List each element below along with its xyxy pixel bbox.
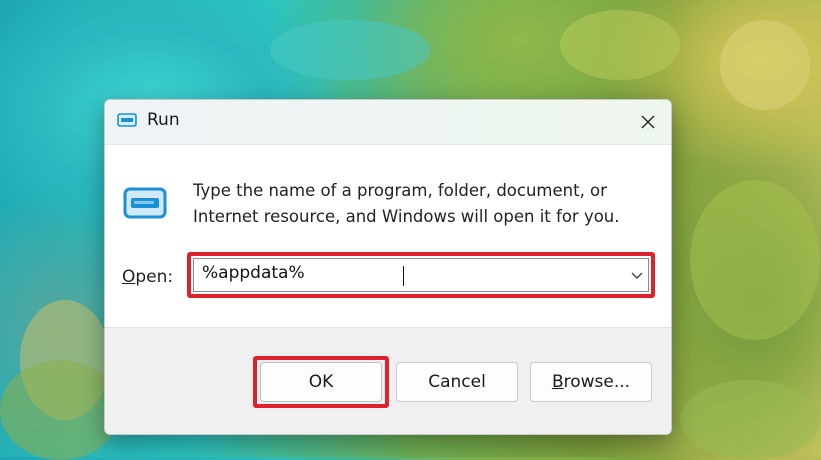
description-text: Type the name of a program, folder, docu… [193, 178, 653, 230]
description-line-2: Internet resource, and Windows will open… [193, 207, 620, 226]
cancel-button[interactable]: Cancel [396, 362, 518, 402]
chevron-down-icon[interactable] [630, 267, 644, 283]
run-app-icon [123, 187, 167, 219]
ok-button[interactable]: OK [260, 362, 382, 402]
browse-rest: rowse... [563, 372, 631, 392]
window-title: Run [147, 110, 180, 130]
browse-button[interactable]: Browse... [530, 362, 652, 402]
browse-accel: B [551, 372, 564, 392]
run-dialog: Run Type the name of a program, folder, … [104, 99, 672, 435]
close-button[interactable] [625, 100, 671, 144]
open-label: Open: [122, 267, 173, 287]
open-label-rest: pen: [135, 267, 174, 287]
open-label-accel: O [122, 267, 136, 287]
text-caret [403, 266, 404, 286]
run-app-icon [117, 113, 137, 127]
title-bar[interactable]: Run [105, 100, 671, 145]
open-input[interactable] [202, 263, 602, 283]
close-icon [641, 115, 655, 129]
description-line-1: Type the name of a program, folder, docu… [193, 181, 607, 200]
open-combobox[interactable] [193, 258, 649, 292]
